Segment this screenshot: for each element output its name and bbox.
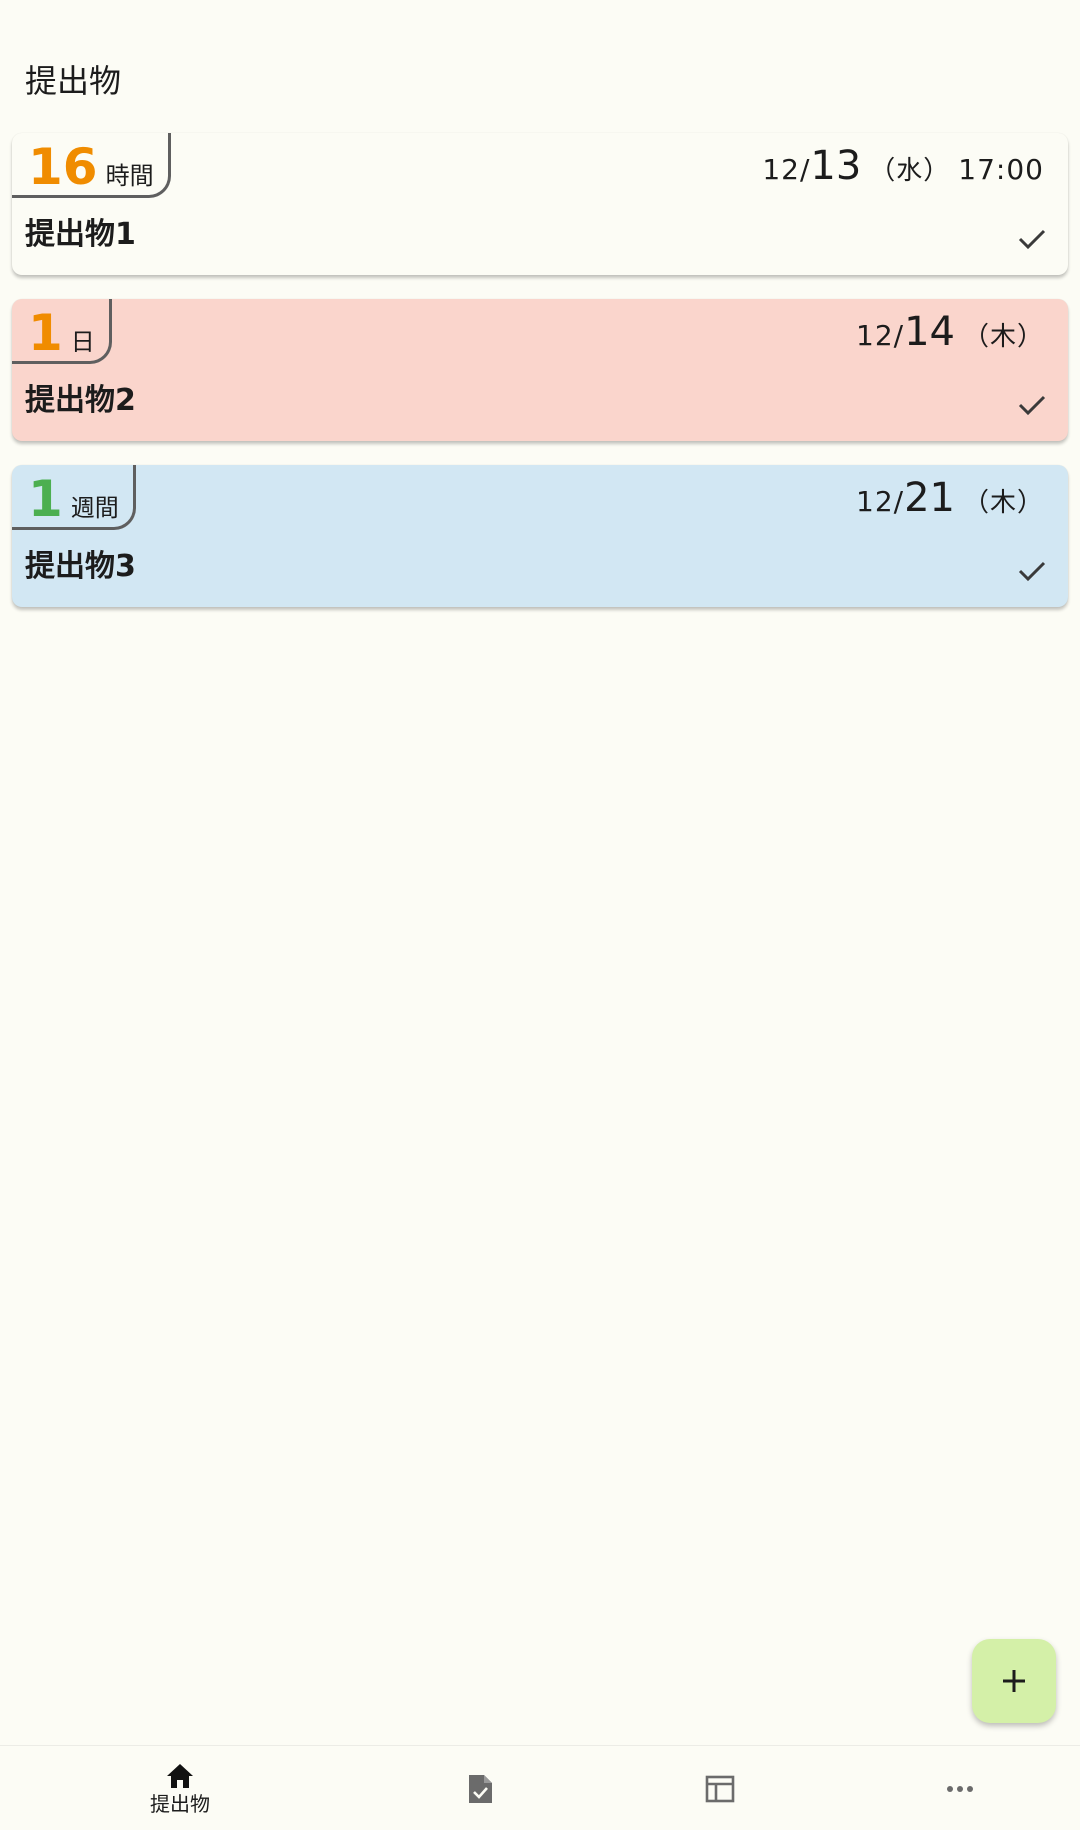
add-assignment-button[interactable] [972, 1639, 1056, 1723]
remaining-unit: 日 [70, 328, 95, 356]
check-icon [1018, 229, 1046, 250]
assignment-card-3[interactable]: 1 週間 12/ 21 （木） 提出物3 [12, 465, 1068, 607]
remaining-value: 1 [28, 470, 63, 528]
due-month: 12/ [762, 153, 811, 186]
remaining-time-tab: 1 日 [12, 299, 112, 364]
nav-item-home[interactable]: 提出物 [80, 1746, 280, 1830]
nav-item-timetable[interactable] [620, 1746, 820, 1830]
remaining-unit: 週間 [70, 494, 119, 522]
bottom-navigation: 提出物 [0, 1745, 1080, 1830]
complete-button[interactable] [1014, 221, 1050, 257]
due-month: 12/ [856, 485, 905, 518]
remaining-time-tab: 1 週間 [12, 465, 136, 530]
remaining-value: 16 [28, 138, 98, 196]
plus-icon [1003, 1670, 1025, 1692]
assignment-name: 提出物1 [25, 217, 136, 252]
page-title: 提出物 [25, 62, 122, 100]
remaining-unit: 時間 [105, 162, 154, 190]
nav-label: 提出物 [150, 1791, 210, 1816]
check-icon [1018, 561, 1046, 582]
assignment-card-1[interactable]: 16 時間 12/ 13 （水） 17:00 提出物1 [12, 133, 1068, 275]
due-date: 12/ 21 （木） [856, 475, 1044, 521]
due-weekday: （水） [869, 156, 951, 186]
complete-button[interactable] [1014, 553, 1050, 589]
assignment-name: 提出物3 [25, 549, 136, 584]
due-day: 13 [810, 143, 862, 189]
nav-item-submissions[interactable] [380, 1746, 580, 1830]
due-date: 12/ 13 （水） 17:00 [762, 143, 1044, 189]
due-day: 21 [904, 475, 955, 521]
complete-button[interactable] [1014, 387, 1050, 423]
assignment-name: 提出物2 [25, 383, 136, 418]
home-icon [167, 1763, 193, 1788]
due-time: 17:00 [958, 153, 1044, 186]
app-screen: 提出物 16 時間 12/ 13 （水） 17:00 提出物1 1 日 12/ … [0, 0, 1080, 1830]
document-check-icon [469, 1774, 492, 1803]
due-date: 12/ 14 （木） [856, 309, 1044, 355]
remaining-time-tab: 16 時間 [12, 133, 171, 198]
due-month: 12/ [856, 319, 905, 352]
more-icon [947, 1785, 973, 1792]
due-day: 14 [904, 309, 955, 355]
nav-item-more[interactable] [860, 1746, 1060, 1830]
due-weekday: （木） [962, 322, 1044, 352]
remaining-value: 1 [28, 304, 63, 362]
check-icon [1018, 395, 1046, 416]
table-icon [705, 1775, 735, 1802]
due-weekday: （木） [962, 488, 1044, 518]
assignment-card-2[interactable]: 1 日 12/ 14 （木） 提出物2 [12, 299, 1068, 441]
